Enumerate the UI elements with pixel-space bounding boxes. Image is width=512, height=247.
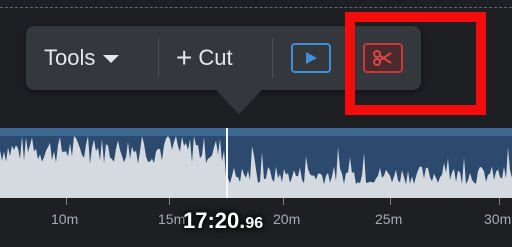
- ruler-tick: [169, 198, 170, 205]
- highlight-box: [345, 12, 486, 115]
- timecode-main: 17:20.: [183, 208, 246, 233]
- play-button[interactable]: [291, 43, 331, 73]
- ruler-tick: [390, 198, 391, 205]
- timecode-fraction: 96: [245, 215, 264, 232]
- ruler-tick: [283, 198, 284, 205]
- tools-dropdown-button[interactable]: Tools: [44, 40, 120, 76]
- playhead-timecode: 17:20.96: [183, 208, 263, 234]
- ruler-tick: [66, 198, 67, 205]
- ruler-label: 20m: [273, 211, 301, 227]
- ruler-label: 30m: [484, 211, 512, 227]
- timeline-top-border: [0, 7, 512, 8]
- ruler-label: 15m: [158, 211, 186, 227]
- play-icon: [306, 52, 317, 64]
- tools-label: Tools: [44, 45, 96, 70]
- toolbar-divider: [272, 38, 273, 78]
- ruler-tick: [499, 198, 500, 205]
- cut-button[interactable]: + Cut: [176, 40, 233, 76]
- toolbar-divider: [158, 38, 159, 78]
- caret-down-icon: [103, 55, 120, 63]
- audio-waveform-track[interactable]: [0, 128, 512, 198]
- ruler-label: 25m: [375, 211, 403, 227]
- waveform: [0, 136, 512, 198]
- ruler-label: 10m: [51, 211, 79, 227]
- plus-icon: +: [176, 42, 193, 73]
- toolbar-pointer: [216, 90, 262, 114]
- waveform-shape: [0, 136, 512, 198]
- cut-label: Cut: [198, 45, 233, 70]
